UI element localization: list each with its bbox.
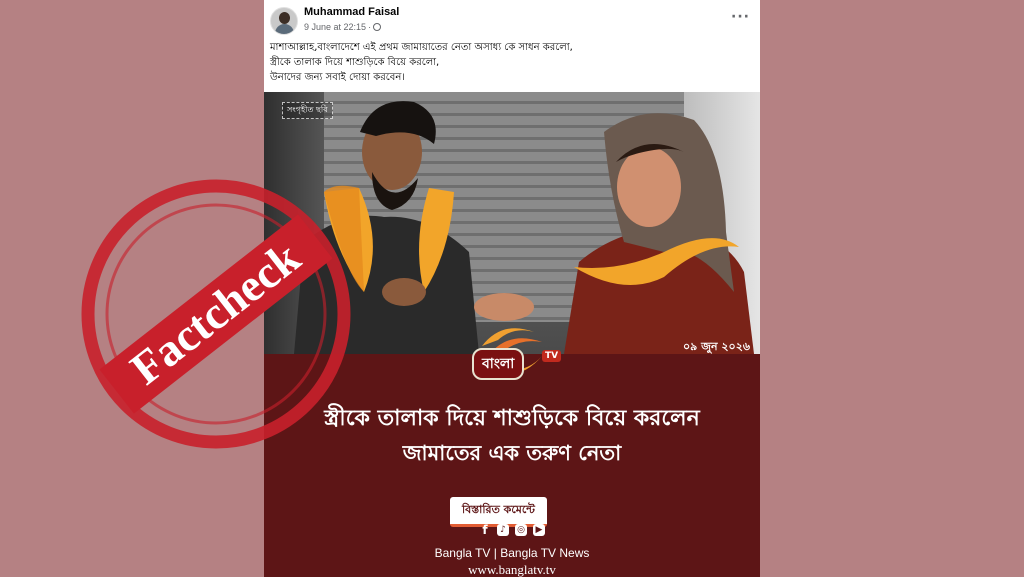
channel-logo-tv: TV — [542, 350, 562, 362]
avatar[interactable] — [270, 7, 298, 35]
post-timestamp[interactable]: 9 June at 22:15 — [304, 22, 366, 32]
social-icons-row: f ♪ ◎ ▶ — [479, 524, 549, 538]
channel-url: www.banglatv.tv — [468, 562, 556, 577]
channel-logo-label: বাংলা — [472, 348, 525, 380]
author-name[interactable]: Muhammad Faisal — [304, 6, 399, 18]
post-meta: 9 June at 22:15 · — [304, 22, 382, 32]
caption-line: মাশাআল্লাহ,বাংলাদেশে এই প্রথম জামায়াতের… — [270, 42, 573, 53]
factcheck-stamp: Factcheck — [81, 179, 351, 449]
caption-line: স্ত্রীকে তালাক দিয়ে শাশুড়িকে বিয়ে করল… — [270, 57, 440, 68]
avatar-body — [275, 24, 294, 34]
channel-footer: Bangla TV | Bangla TV News — [434, 546, 590, 560]
globe-icon — [373, 23, 382, 31]
facebook-icon: f — [482, 523, 488, 537]
more-options-button[interactable]: ··· — [731, 10, 750, 24]
post-header: Muhammad Faisal 9 June at 22:15 · ··· — [264, 0, 760, 36]
photo-credit-label: সংগৃহীত ছবি — [282, 102, 333, 119]
date-stamp: ০৯ জুন ২০২৬ — [683, 340, 750, 353]
caption-line: উনাদের জন্য সবাই দোয়া করবেন। — [270, 72, 405, 83]
instagram-icon: ◎ — [515, 524, 527, 536]
youtube-icon: ▶ — [533, 524, 545, 536]
details-in-comments-badge: বিস্তারিত কমেন্টে — [450, 497, 547, 527]
avatar-head — [279, 12, 290, 24]
post-caption: মাশাআল্লাহ,বাংলাদেশে এই প্রথম জামায়াতের… — [270, 40, 754, 85]
tiktok-icon: ♪ — [497, 524, 509, 536]
factcheck-stamp-text: Factcheck — [121, 231, 310, 394]
